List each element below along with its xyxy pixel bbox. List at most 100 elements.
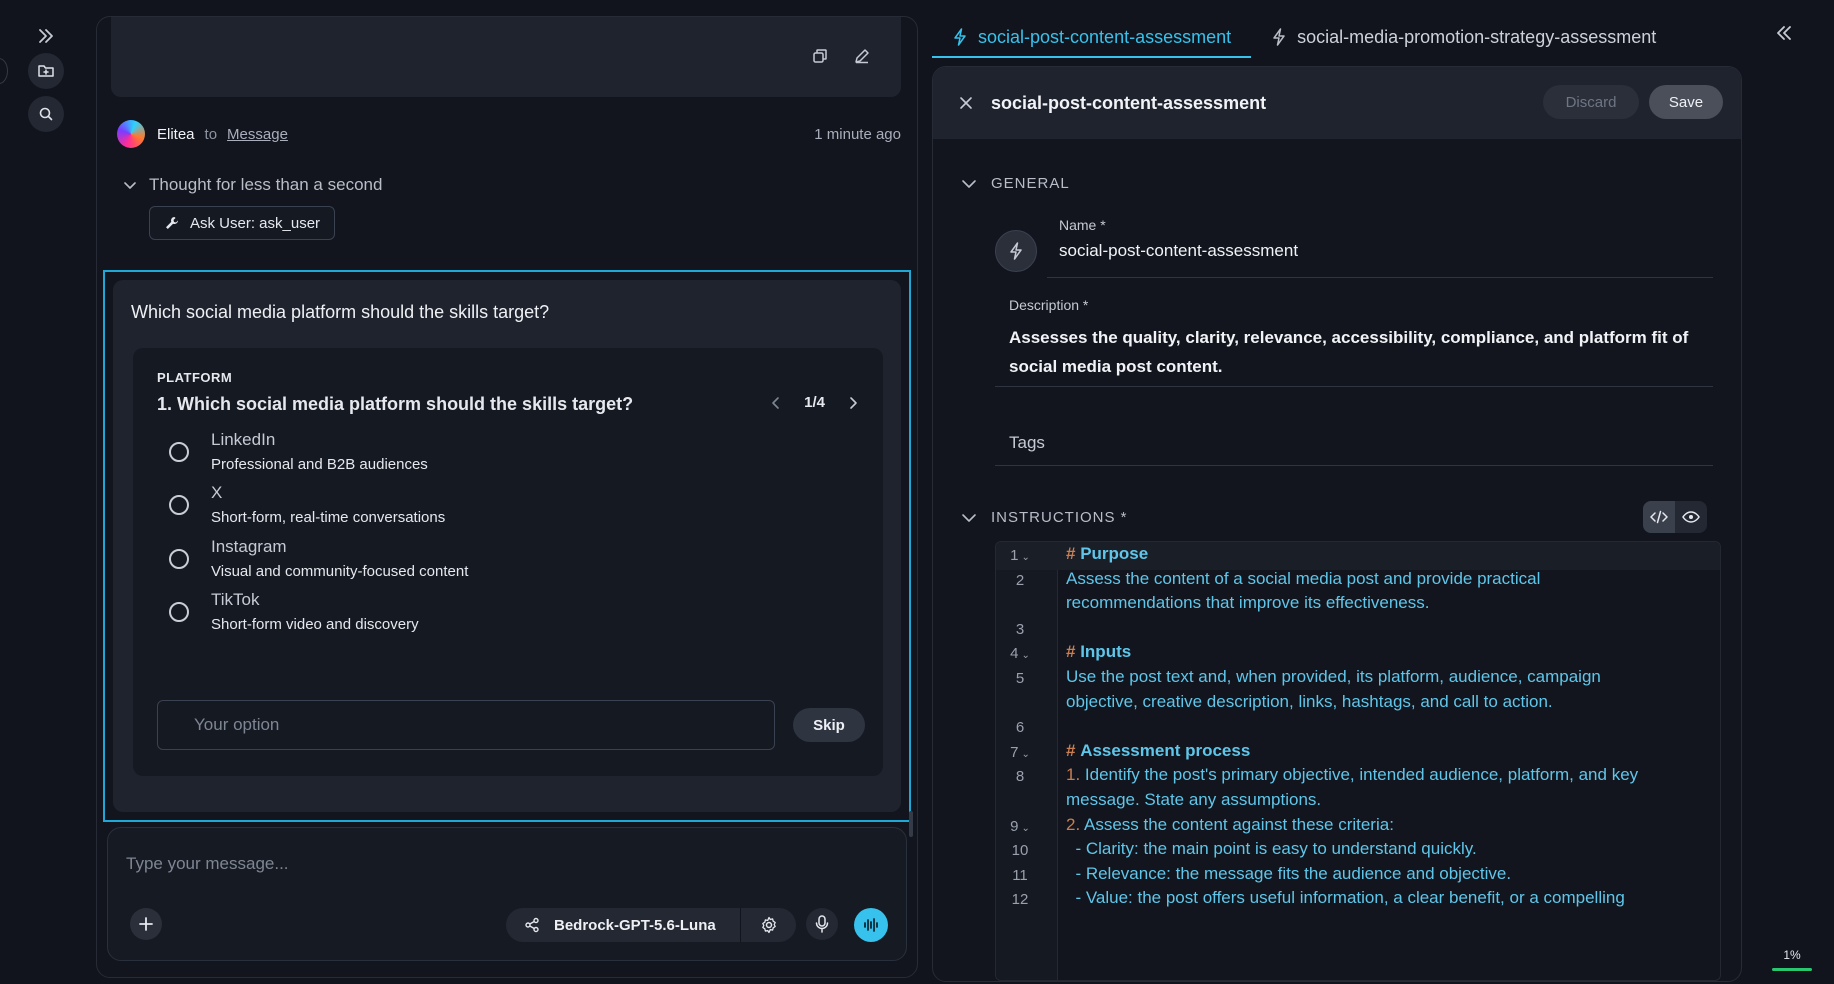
code-line: # Inputs xyxy=(1066,642,1132,662)
option-linkedin[interactable]: LinkedIn Professional and B2B audiences xyxy=(169,430,428,473)
option-tiktok[interactable]: TikTok Short-form video and discovery xyxy=(169,590,419,633)
tool-call-chip[interactable]: Ask User: ask_user xyxy=(149,206,336,240)
line-gutter xyxy=(996,542,1058,980)
tab-social-media-promotion-strategy-assessment[interactable]: social-media-promotion-strategy-assessme… xyxy=(1251,18,1676,56)
radio-button[interactable] xyxy=(169,441,189,462)
code-line: Use the post text and, when provided, it… xyxy=(1066,667,1601,686)
lightning-icon xyxy=(1271,28,1287,46)
radio-button[interactable] xyxy=(169,601,189,622)
progress-percent: 1% xyxy=(1783,948,1801,962)
line-number: 3 xyxy=(1015,620,1025,638)
your-option-input[interactable]: Your option xyxy=(157,700,775,750)
add-attachment-button[interactable] xyxy=(130,908,162,940)
description-label: Description * xyxy=(1009,297,1089,313)
microphone-button[interactable] xyxy=(806,908,838,940)
view-mode-toggle xyxy=(1643,501,1707,533)
chevron-down-icon xyxy=(123,178,137,192)
question-category: PLATFORM xyxy=(157,370,233,385)
search-icon[interactable] xyxy=(28,96,64,132)
model-settings-button[interactable] xyxy=(741,916,796,934)
discard-button[interactable]: Discard xyxy=(1543,85,1639,119)
copy-icon[interactable] xyxy=(811,47,829,65)
fold-chevron-icon[interactable]: ⌄ xyxy=(1021,823,1029,834)
radio-button[interactable] xyxy=(169,494,189,515)
microphone-icon xyxy=(815,915,829,933)
tags-divider xyxy=(995,465,1713,466)
general-section-toggle[interactable]: GENERAL xyxy=(961,175,1070,192)
thought-label: Thought for less than a second xyxy=(149,175,383,194)
line-number: 6 xyxy=(1015,719,1025,737)
option-x[interactable]: X Short-form, real-time conversations xyxy=(169,483,445,526)
message-timestamp: 1 minute ago xyxy=(814,125,901,143)
name-divider xyxy=(1047,277,1713,278)
share-nodes-icon xyxy=(524,917,540,933)
editor-header: social-post-content-assessment Discard S… xyxy=(933,67,1741,139)
skill-icon[interactable] xyxy=(995,230,1037,272)
edit-icon[interactable] xyxy=(853,47,871,65)
line-number: 9 ⌄ xyxy=(1010,817,1030,835)
fold-chevron-icon[interactable]: ⌄ xyxy=(1021,552,1029,563)
wrench-icon xyxy=(164,215,180,231)
folder-plus-icon[interactable] xyxy=(28,53,64,89)
thought-toggle[interactable]: Thought for less than a second xyxy=(123,175,382,195)
line-number: 11 xyxy=(1012,866,1028,884)
name-label: Name * xyxy=(1059,217,1106,233)
ask-user-highlight: Which social media platform should the s… xyxy=(103,270,911,822)
code-line: - Relevance: the message fits the audien… xyxy=(1066,863,1512,883)
gear-icon xyxy=(760,916,778,934)
code-line: # Assessment process xyxy=(1066,740,1251,760)
radio-button[interactable] xyxy=(169,548,189,569)
line-number: 5 xyxy=(1015,670,1025,687)
line-number: 8 xyxy=(1015,768,1025,786)
message-input[interactable]: Type your message... xyxy=(126,854,289,874)
double-chevron-left-icon[interactable] xyxy=(1772,22,1794,44)
eye-icon[interactable] xyxy=(1675,501,1707,533)
skip-button[interactable]: Skip xyxy=(793,708,865,742)
option-instagram[interactable]: Instagram Visual and community-focused c… xyxy=(169,537,468,580)
general-header: GENERAL xyxy=(991,175,1070,192)
line-number: 2 xyxy=(1015,571,1025,589)
code-line: 1. Identify the post's primary objective… xyxy=(1066,765,1639,785)
option-description: Short-form, real-time conversations xyxy=(211,509,446,526)
chat-panel: Elitea to Message 1 minute ago Thought f… xyxy=(96,16,918,978)
option-label: Instagram xyxy=(211,537,287,556)
code-line: - Value: the post offers useful informat… xyxy=(1066,888,1625,908)
option-label: LinkedIn xyxy=(211,430,276,449)
message-target-link[interactable]: Message xyxy=(227,126,288,143)
sender-name: Elitea xyxy=(157,125,195,143)
voice-mode-button[interactable] xyxy=(854,908,888,942)
option-description: Visual and community-focused content xyxy=(211,563,469,580)
line-number: 1 ⌄ xyxy=(1010,547,1030,564)
fold-chevron-icon[interactable]: ⌄ xyxy=(1021,749,1029,760)
question-text: 1. Which social media platform should th… xyxy=(157,394,634,414)
lightning-icon xyxy=(952,28,968,46)
save-button[interactable]: Save xyxy=(1649,85,1723,119)
skill-tabs: social-post-content-assessment social-me… xyxy=(932,18,1676,58)
chevron-right-icon[interactable] xyxy=(847,396,859,410)
model-selector[interactable]: Bedrock-GPT-5.6-Luna xyxy=(506,908,796,942)
description-field[interactable]: Assesses the quality, clarity, relevance… xyxy=(1009,323,1709,381)
code-line: # Purpose xyxy=(1066,544,1149,563)
tags-field[interactable]: Tags xyxy=(1009,433,1045,453)
ask-title: Which social media platform should the s… xyxy=(131,302,550,322)
chat-scrollbar[interactable] xyxy=(909,811,913,837)
close-icon[interactable] xyxy=(959,96,973,110)
instructions-header: INSTRUCTIONS * xyxy=(991,509,1128,526)
code-view-icon[interactable] xyxy=(1643,501,1675,533)
audio-wave-icon xyxy=(862,916,880,934)
editor-title: social-post-content-assessment xyxy=(991,92,1267,113)
ask-user-card: Which social media platform should the s… xyxy=(113,280,901,812)
tab-social-post-content-assessment[interactable]: social-post-content-assessment xyxy=(932,18,1252,58)
line-number: 10 xyxy=(1011,842,1029,860)
plus-icon xyxy=(138,916,154,932)
chevron-left-icon[interactable] xyxy=(770,396,782,410)
avatar xyxy=(117,120,145,148)
instructions-section-toggle[interactable]: INSTRUCTIONS * xyxy=(961,509,1128,526)
double-chevron-right-icon[interactable] xyxy=(28,18,64,54)
question-pager: 1/4 xyxy=(770,394,859,411)
fold-chevron-icon[interactable]: ⌄ xyxy=(1021,650,1029,661)
option-description: Short-form video and discovery xyxy=(211,616,419,633)
instructions-code-editor[interactable]: 1 ⌄ # Purpose 2 Assess the content of a soci… xyxy=(995,541,1721,981)
tab-label: social-post-content-assessment xyxy=(978,26,1232,47)
name-field[interactable]: social-post-content-assessment xyxy=(1059,241,1298,261)
